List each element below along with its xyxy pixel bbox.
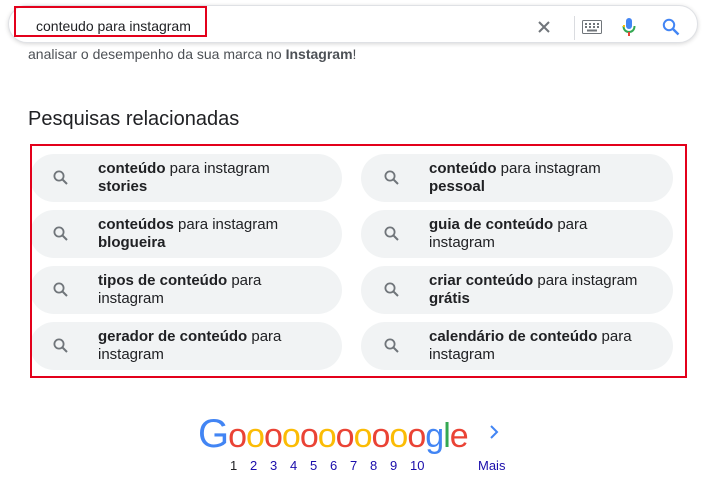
logo-letter: o bbox=[371, 417, 391, 455]
logo-letter: o bbox=[263, 417, 283, 455]
logo-letter: g bbox=[425, 417, 444, 455]
logo-letter: o bbox=[299, 417, 319, 455]
search-icon bbox=[52, 169, 70, 187]
related-search-chip[interactable]: conteúdo para instagram pessoal bbox=[361, 154, 673, 202]
related-search-label: calendário de conteúdo para instagram bbox=[429, 328, 632, 363]
search-icon bbox=[383, 225, 401, 243]
keyboard-icon[interactable] bbox=[580, 17, 604, 37]
related-search-label: guia de conteúdo para instagram bbox=[429, 216, 588, 251]
related-search-chip[interactable]: calendário de conteúdo para instagram bbox=[361, 322, 673, 370]
search-icon bbox=[52, 281, 70, 299]
page-number[interactable]: 9 bbox=[390, 458, 410, 473]
related-searches-title: Pesquisas relacionadas bbox=[28, 108, 240, 130]
related-search-label: criar conteúdo para instagram grátis bbox=[429, 272, 638, 307]
page-number[interactable]: 6 bbox=[330, 458, 350, 473]
page-number[interactable]: 2 bbox=[250, 458, 270, 473]
related-search-chip[interactable]: gerador de conteúdo para instagram bbox=[30, 322, 342, 370]
logo-letter: o bbox=[246, 417, 265, 455]
microphone-icon[interactable] bbox=[619, 17, 639, 37]
page-number[interactable]: 10 bbox=[410, 458, 430, 473]
search-bar bbox=[8, 5, 698, 43]
logo-letter: e bbox=[449, 417, 469, 455]
page-number: 1 bbox=[230, 458, 238, 473]
logo-letter: o bbox=[389, 417, 408, 455]
related-search-label: tipos de conteúdo para instagram bbox=[98, 272, 262, 307]
search-icon bbox=[383, 337, 401, 355]
page-number[interactable]: 4 bbox=[290, 458, 310, 473]
page-number[interactable]: 5 bbox=[310, 458, 330, 473]
google-pagination-logo: Gooooooooooogle bbox=[198, 412, 469, 456]
search-icon bbox=[52, 337, 70, 355]
page-numbers: 1 2 3 4 5 6 7 8 9 10 bbox=[230, 458, 430, 473]
next-page-icon[interactable] bbox=[486, 422, 502, 442]
search-input[interactable] bbox=[36, 15, 211, 37]
close-icon[interactable] bbox=[534, 17, 554, 37]
page-number[interactable]: 8 bbox=[370, 458, 390, 473]
search-icon[interactable] bbox=[661, 17, 681, 37]
related-search-label: conteúdo para instagram pessoal bbox=[429, 160, 601, 195]
related-search-chip[interactable]: conteúdos para instagram blogueira bbox=[30, 210, 342, 258]
more-link[interactable]: Mais bbox=[478, 458, 505, 473]
related-search-chip[interactable]: tipos de conteúdo para instagram bbox=[30, 266, 342, 314]
logo-letter: o bbox=[281, 417, 301, 455]
related-search-chip[interactable]: criar conteúdo para instagram grátis bbox=[361, 266, 673, 314]
logo-letter: o bbox=[317, 417, 337, 455]
logo-letter: G bbox=[198, 412, 229, 456]
related-search-label: conteúdos para instagram blogueira bbox=[98, 216, 279, 251]
page-number[interactable]: 3 bbox=[270, 458, 290, 473]
related-search-label: conteúdo para instagram stories bbox=[98, 160, 270, 195]
search-icon bbox=[383, 169, 401, 187]
search-icon bbox=[383, 281, 401, 299]
search-divider bbox=[574, 16, 575, 40]
page-number[interactable]: 7 bbox=[350, 458, 370, 473]
result-snippet: analisar o desempenho da sua marca no In… bbox=[28, 46, 357, 62]
logo-letter: o bbox=[228, 417, 247, 455]
related-search-chip[interactable]: conteúdo para instagram stories bbox=[30, 154, 342, 202]
logo-letter: o bbox=[407, 417, 426, 455]
search-icon bbox=[52, 225, 70, 243]
related-search-chip[interactable]: guia de conteúdo para instagram bbox=[361, 210, 673, 258]
related-search-label: gerador de conteúdo para instagram bbox=[98, 328, 282, 363]
logo-letter: o bbox=[335, 417, 355, 455]
logo-letter: o bbox=[353, 417, 373, 455]
